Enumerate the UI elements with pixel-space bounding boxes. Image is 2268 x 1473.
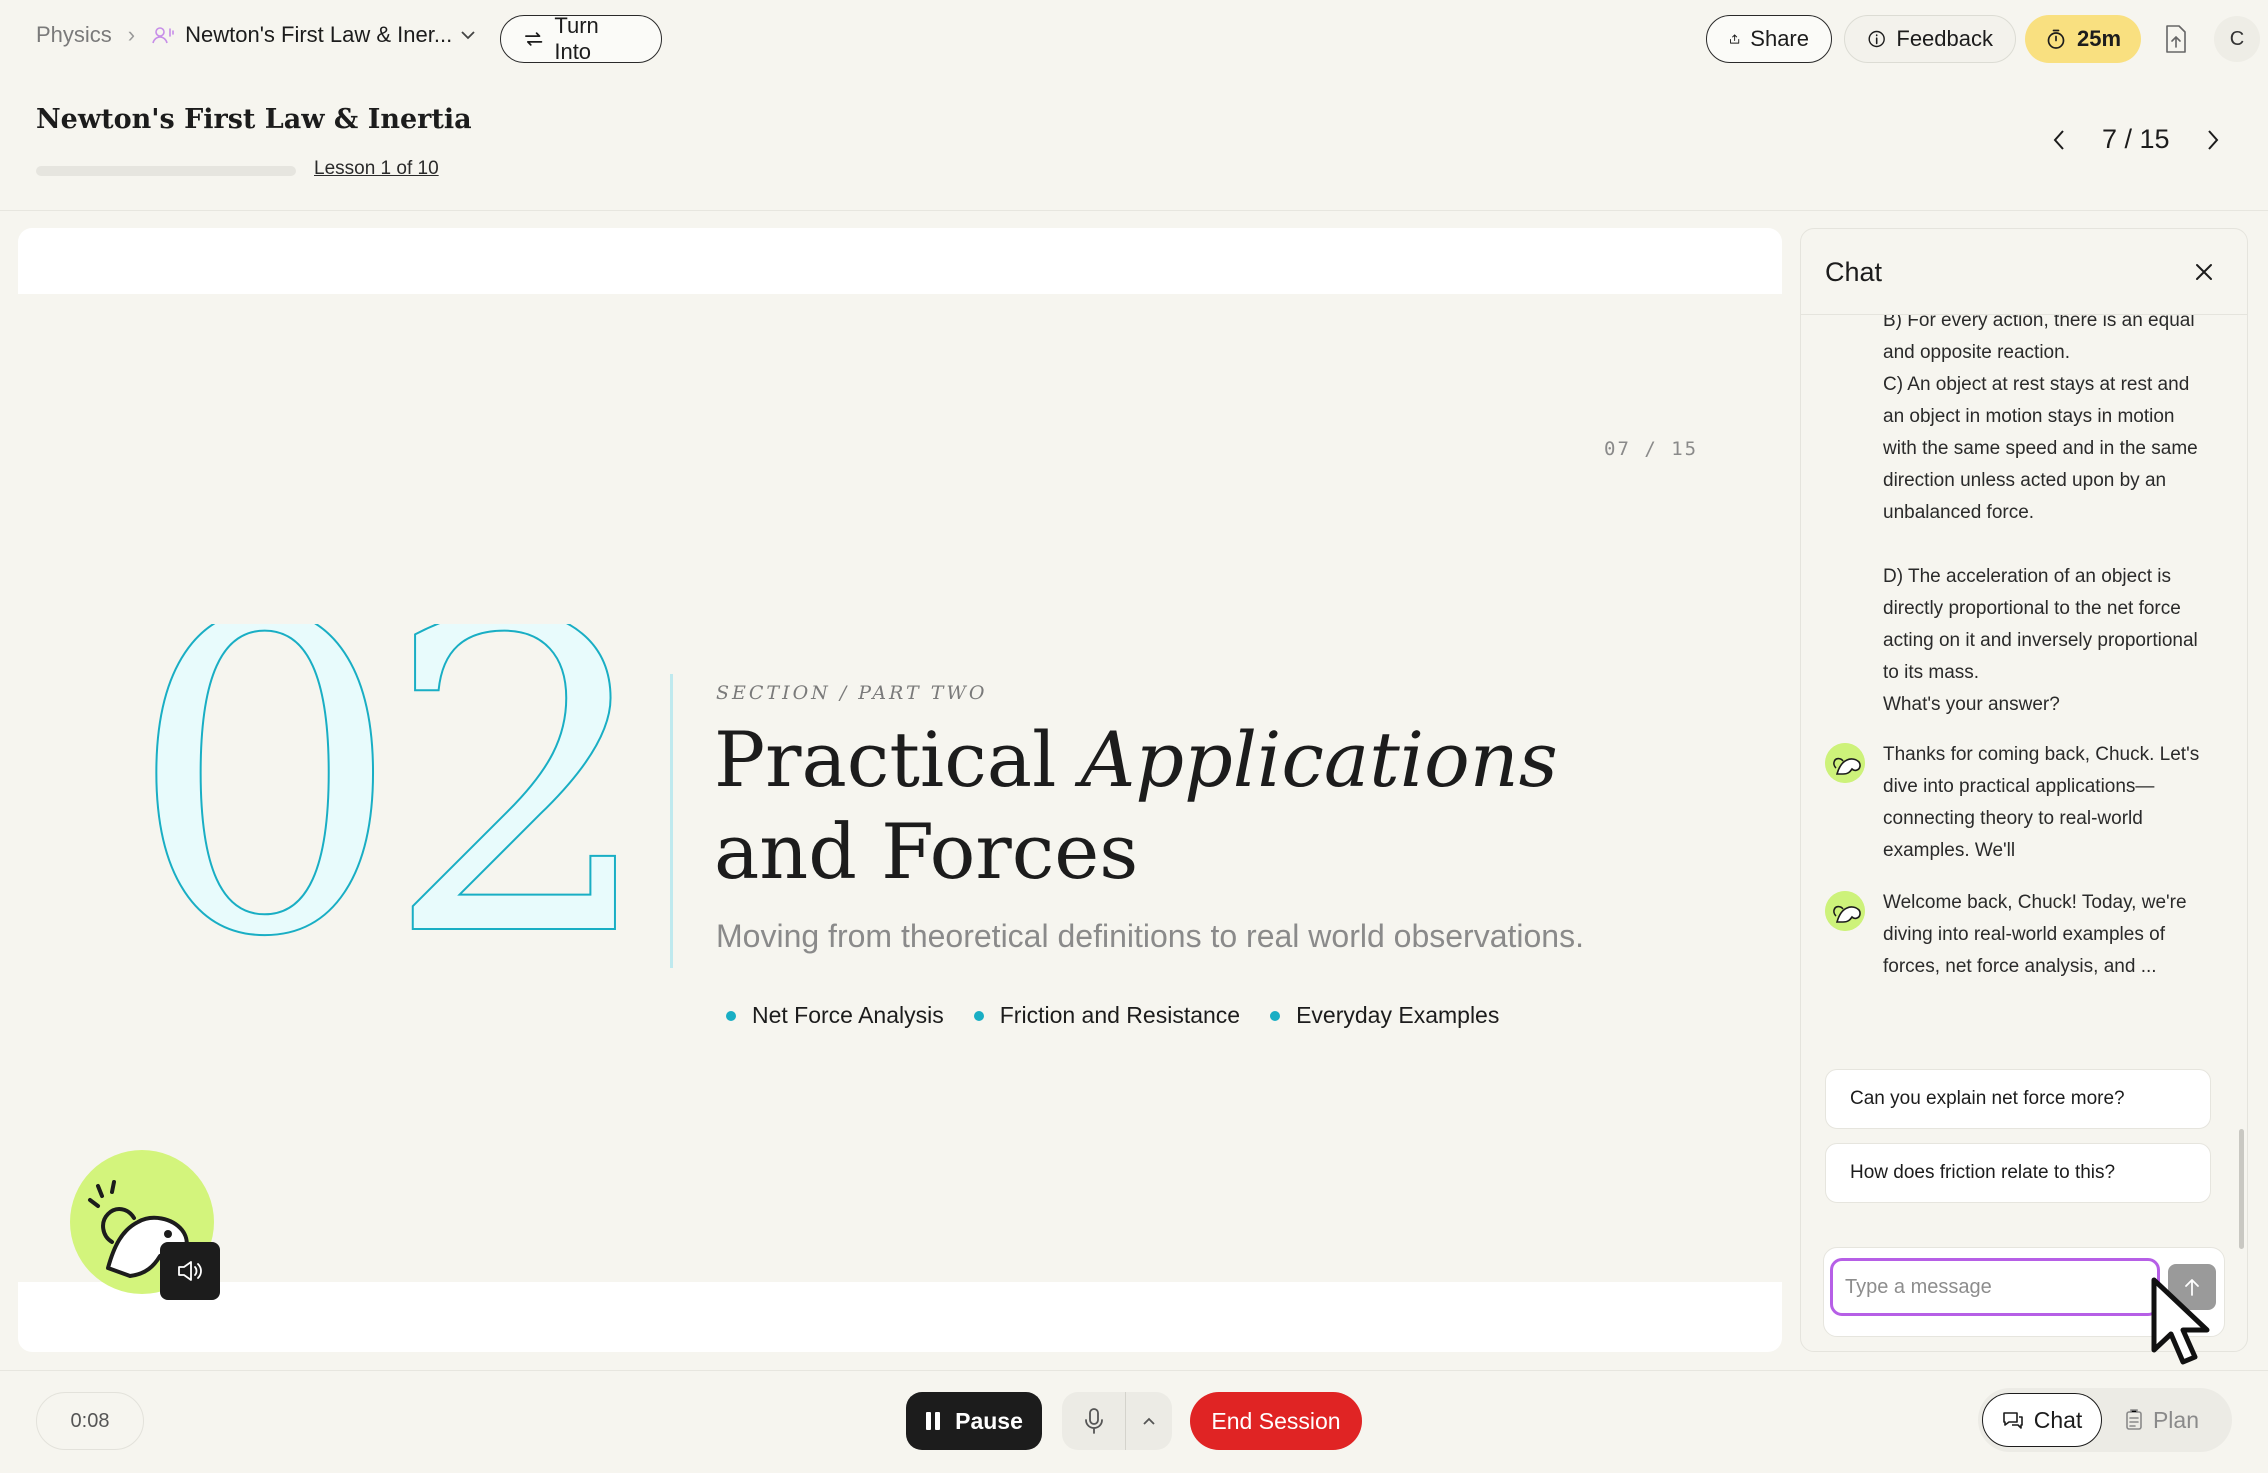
lesson-title: Newton's First Law & Inertia <box>36 104 472 135</box>
user-avatar[interactable]: C <box>2214 16 2260 62</box>
topic-label: Everyday Examples <box>1296 1002 1500 1028</box>
headline-plain: Practical <box>714 715 1081 804</box>
chat-view-button[interactable]: Chat <box>1982 1393 2102 1447</box>
topic-label: Net Force Analysis <box>752 1002 944 1028</box>
headline-italic: Applications <box>1080 715 1558 804</box>
topic-item: Net Force Analysis <box>726 1002 944 1029</box>
section-label: SECTION / PART TWO <box>716 682 988 704</box>
chat-message-text: Thanks for coming back, Chuck. Let's div… <box>1883 744 2200 861</box>
header-divider <box>0 210 2268 211</box>
chat-message-text: What's your answer? <box>1883 694 2060 715</box>
top-bar: Physics › Newton's First Law & Iner... T… <box>0 0 2268 78</box>
footer-divider <box>0 1370 2268 1371</box>
headline-line-2: and Forces <box>714 807 1139 896</box>
timer-value: 25m <box>2076 26 2122 51</box>
slide-pager-value: 7 / 15 <box>2102 124 2170 154</box>
slide-counter: 07 / 15 <box>1604 438 1699 460</box>
chevron-up-icon <box>1143 1417 1155 1425</box>
convert-icon <box>525 32 543 46</box>
export-document-icon[interactable] <box>2164 24 2188 54</box>
chevron-down-icon[interactable] <box>460 30 476 40</box>
feedback-label: Feedback <box>1896 26 1993 51</box>
breadcrumb-current-lesson[interactable]: Newton's First Law & Iner... <box>185 22 452 48</box>
slide-content: 07 / 15 02 SECTION / PART TWO Practical … <box>18 294 1782 1282</box>
topic-label: Friction and Resistance <box>999 1002 1241 1028</box>
chat-scrollbar[interactable] <box>2239 1129 2244 1249</box>
close-icon[interactable] <box>2193 261 2215 283</box>
plan-view-label: Plan <box>2152 1406 2200 1433</box>
slide-canvas: 07 / 15 02 SECTION / PART TWO Practical … <box>18 228 1782 1352</box>
mic-button[interactable] <box>1062 1392 1126 1450</box>
chat-message-text: Welcome back, Chuck! Today, we're diving… <box>1883 892 2187 977</box>
slide-pager: 7 / 15 <box>2050 124 2222 155</box>
breadcrumb-physics[interactable]: Physics <box>36 22 112 48</box>
session-timer: 25m <box>2025 15 2141 63</box>
speaker-icon <box>178 1261 202 1281</box>
mic-options-button[interactable] <box>1126 1392 1172 1450</box>
chat-message-text: D) The acceleration of an object is dire… <box>1883 566 2198 683</box>
chevron-right-icon: › <box>127 22 136 47</box>
tutor-avatar-icon <box>1825 743 1865 783</box>
mic-controls <box>1062 1392 1172 1450</box>
chat-bubble-icon <box>2002 1412 2023 1429</box>
topic-item: Everyday Examples <box>1270 1002 1499 1029</box>
speaker-toggle-button[interactable] <box>160 1242 220 1300</box>
slide-headline: Practical Applications and Forces <box>714 714 1558 898</box>
plan-view-button[interactable]: Plan <box>2102 1393 2222 1447</box>
chat-header: Chat <box>1801 229 2247 315</box>
chat-title: Chat <box>1825 257 1883 287</box>
lesson-progress-bar <box>36 166 296 176</box>
chat-messages[interactable]: B) For every action, there is an equal a… <box>1801 315 2247 1225</box>
chevron-right-icon[interactable] <box>2204 128 2222 152</box>
clipboard-icon <box>2126 1409 2142 1430</box>
mouse-pointer-icon <box>2151 1277 2210 1365</box>
pause-icon <box>926 1412 941 1430</box>
chat-message-text: B) For every action, there is an equal a… <box>1883 315 2195 363</box>
section-number-text: 02 <box>128 624 639 944</box>
suggestion-chip[interactable]: Can you explain net force more? <box>1825 1069 2211 1129</box>
bullet-dot <box>726 1010 736 1021</box>
tutor-session-icon <box>152 27 174 44</box>
view-toggle: Chat Plan <box>1978 1388 2232 1452</box>
section-number: 02 <box>128 624 658 944</box>
suggestion-chip[interactable]: How does friction relate to this? <box>1825 1143 2211 1203</box>
share-button[interactable]: Share <box>1706 15 1832 63</box>
pause-button[interactable]: Pause <box>906 1392 1042 1450</box>
share-icon <box>1730 34 1740 44</box>
slide-subhead: Moving from theoretical definitions to r… <box>716 918 1584 954</box>
bullet-dot <box>1270 1010 1281 1021</box>
chat-panel: Chat B) For every action, there is an eq… <box>1800 228 2248 1352</box>
topic-item: Friction and Resistance <box>973 1002 1241 1029</box>
stopwatch-icon <box>2047 29 2065 49</box>
info-icon <box>1868 30 1885 48</box>
tutor-avatar-icon <box>1825 891 1865 931</box>
microphone-icon <box>1084 1408 1103 1434</box>
chat-view-label: Chat <box>2033 1406 2083 1433</box>
end-session-button[interactable]: End Session <box>1190 1392 1362 1450</box>
chevron-left-icon[interactable] <box>2050 128 2068 152</box>
feedback-button[interactable]: Feedback <box>1844 15 2016 63</box>
share-label: Share <box>1750 26 1809 51</box>
turn-into-button[interactable]: Turn Into <box>500 13 662 64</box>
lesson-link[interactable]: Lesson 1 of 10 <box>314 158 439 180</box>
accent-divider <box>670 674 673 968</box>
message-input[interactable] <box>1830 1258 2160 1316</box>
elapsed-time: 0:08 <box>36 1392 144 1450</box>
topic-list: Net Force Analysis Friction and Resistan… <box>726 1002 1499 1029</box>
breadcrumb: Physics › Newton's First Law & Iner... <box>36 22 476 48</box>
bullet-dot <box>973 1010 984 1021</box>
chat-message-text: C) An object at rest stays at rest and a… <box>1883 374 2198 523</box>
turn-into-label: Turn Into <box>554 13 599 64</box>
pause-label: Pause <box>955 1407 1023 1434</box>
